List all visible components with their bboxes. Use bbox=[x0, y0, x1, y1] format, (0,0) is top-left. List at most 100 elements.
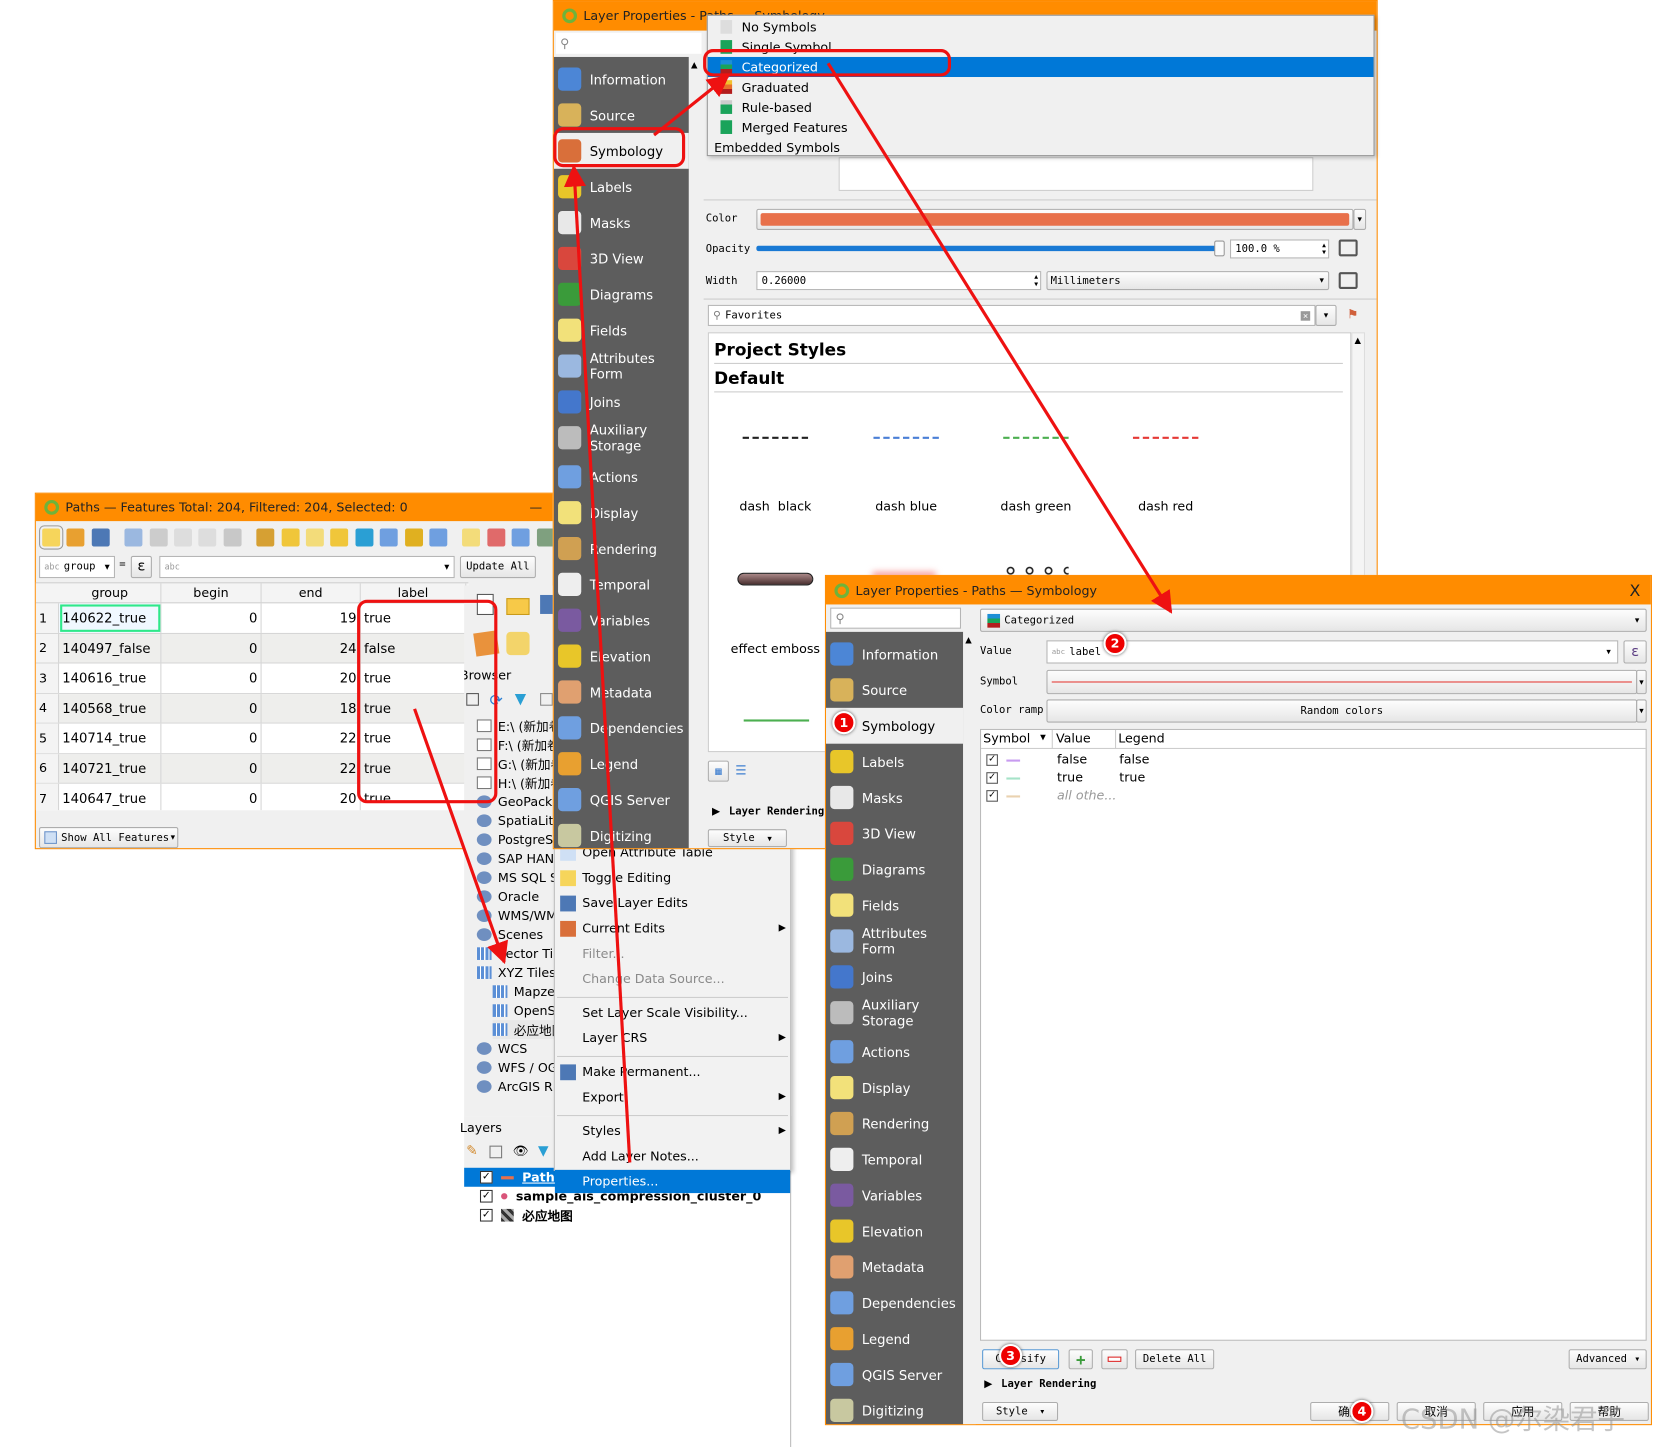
table-cell[interactable]: false bbox=[361, 633, 467, 663]
renderer-option-graduated[interactable]: Graduated bbox=[708, 77, 1374, 97]
filter-select-icon[interactable] bbox=[355, 528, 374, 547]
table-cell[interactable]: 140622_true bbox=[59, 603, 162, 633]
zoom-to-selected-icon[interactable] bbox=[429, 528, 448, 547]
copy-icon[interactable] bbox=[198, 528, 217, 547]
sidebar-item-legend[interactable]: Legend bbox=[826, 1321, 963, 1357]
style-preview-dash-blue[interactable] bbox=[873, 436, 939, 439]
symbology-titlebar[interactable]: Layer Properties - Paths — Symbology X bbox=[825, 575, 1651, 605]
sidebar-item-display[interactable]: Display bbox=[826, 1070, 963, 1106]
sidebar-item-symbology[interactable]: Symbology bbox=[553, 132, 689, 169]
style-preview-dash-green[interactable] bbox=[1003, 436, 1069, 439]
add-mesh-layer-icon[interactable] bbox=[506, 631, 530, 656]
browser-item-vector-tiles[interactable]: Vector Tiles bbox=[476, 944, 555, 963]
table-cell[interactable]: 0 bbox=[161, 753, 262, 783]
remove-category-button[interactable] bbox=[1101, 1349, 1128, 1370]
table-row[interactable]: 6 140721_true 0 22 true bbox=[35, 753, 469, 784]
sidebar-item-variables[interactable]: Variables bbox=[554, 602, 689, 638]
browser-item-openstreetmap[interactable]: OpenStreetMap bbox=[492, 1001, 555, 1020]
sidebar-item-labels[interactable]: Labels bbox=[554, 169, 689, 205]
table-cell[interactable]: 22 bbox=[262, 753, 361, 783]
table-cell[interactable]: 24 bbox=[262, 633, 361, 663]
sidebar-item-metadata[interactable]: Metadata bbox=[826, 1249, 963, 1285]
menu-item-export[interactable]: Export ▶ bbox=[555, 1085, 790, 1108]
table-cell[interactable]: 140714_true bbox=[59, 723, 162, 753]
sidebar-item-actions[interactable]: Actions bbox=[826, 1034, 963, 1070]
table-cell[interactable]: true bbox=[361, 693, 467, 723]
style-button[interactable]: Style ▼ bbox=[982, 1401, 1059, 1421]
expression-select-icon[interactable] bbox=[256, 528, 275, 547]
column-header-label[interactable]: label bbox=[361, 583, 467, 603]
sidebar-item-dependencies[interactable]: Dependencies bbox=[826, 1285, 963, 1321]
eye-icon[interactable]: 👁 bbox=[513, 1144, 529, 1159]
table-cell[interactable]: 140497_false bbox=[59, 633, 162, 663]
renderer-combobox[interactable]: Categorized ▼ bbox=[980, 608, 1647, 632]
save-edits-icon[interactable] bbox=[91, 528, 110, 547]
menu-item-layer-crs[interactable]: Layer CRS ▶ bbox=[555, 1026, 790, 1049]
sidebar-item-fields[interactable]: Fields bbox=[826, 887, 963, 923]
renderer-option-single-symbol[interactable]: Single Symbol bbox=[708, 37, 1374, 57]
table-cell[interactable]: true bbox=[361, 723, 467, 753]
table-row[interactable]: 2 140497_false 0 24 false bbox=[35, 633, 469, 664]
paste-icon[interactable] bbox=[223, 528, 242, 547]
sidebar-item-actions[interactable]: Actions bbox=[554, 459, 689, 495]
sidebar-item-diagrams[interactable]: Diagrams bbox=[554, 276, 689, 312]
column-header-legend[interactable]: Legend bbox=[1118, 731, 1165, 746]
delete-feature-icon[interactable] bbox=[149, 528, 168, 547]
table-cell[interactable]: 0 bbox=[161, 723, 262, 753]
add-layer-icon[interactable] bbox=[473, 630, 500, 657]
sidebar-item-joins[interactable]: Joins bbox=[826, 959, 963, 995]
browser-item-oracle[interactable]: Oracle bbox=[476, 887, 539, 906]
renderer-option-categorized[interactable]: Categorized bbox=[707, 56, 1374, 78]
delete-all-button[interactable]: Delete All bbox=[1135, 1349, 1215, 1370]
scroll-up-icon[interactable]: ▲ bbox=[691, 60, 697, 69]
table-row[interactable]: 5 140714_true 0 22 true bbox=[35, 723, 469, 754]
scroll-up-icon[interactable]: ▲ bbox=[1354, 335, 1360, 344]
sidebar-item-metadata[interactable]: Metadata bbox=[554, 674, 689, 710]
sidebar-item-diagrams[interactable]: Diagrams bbox=[826, 851, 963, 887]
scroll-up-icon[interactable]: ▲ bbox=[965, 635, 971, 644]
sidebar-search-input[interactable]: ⚲ bbox=[555, 32, 702, 54]
category-symbol-swatch[interactable] bbox=[1006, 759, 1021, 762]
column-header-group[interactable]: group bbox=[59, 583, 162, 603]
menu-item-add-layer-notes[interactable]: Add Layer Notes... bbox=[555, 1145, 790, 1168]
browser-item-wfs-ogc[interactable]: WFS / OGC bbox=[476, 1058, 555, 1077]
sidebar-item-digitizing[interactable]: Digitizing bbox=[554, 818, 689, 849]
renderer-option-no-symbols[interactable]: No Symbols bbox=[708, 17, 1374, 37]
menu-item-current-edits[interactable]: Current Edits ▶ bbox=[555, 917, 790, 940]
browser-item-mapzen[interactable]: Mapzen bbox=[492, 982, 555, 1001]
layer-checkbox[interactable]: ✓ bbox=[479, 1189, 493, 1203]
data-defined-override-icon[interactable] bbox=[1338, 272, 1358, 290]
column-header-end[interactable]: end bbox=[262, 583, 361, 603]
table-cell[interactable]: true bbox=[361, 753, 467, 783]
style-preview-green-line[interactable] bbox=[743, 719, 810, 722]
table-cell[interactable]: true bbox=[361, 783, 467, 811]
symbol-library-search[interactable]: ⚲ Favorites ✕ bbox=[707, 304, 1316, 326]
browser-item-sap-hana[interactable]: SAP HANA bbox=[476, 849, 555, 868]
open-project-icon[interactable] bbox=[506, 598, 530, 616]
data-defined-override-icon[interactable] bbox=[1338, 239, 1358, 257]
symbol-button[interactable] bbox=[1046, 669, 1638, 695]
add-group-icon[interactable] bbox=[489, 1145, 503, 1159]
browser-item-h[interactable]: H:\ (新加卷 bbox=[476, 773, 555, 792]
browser-item-postgresql[interactable]: PostgreSQL bbox=[476, 830, 555, 849]
browser-item-f[interactable]: F:\ (新加卷 bbox=[476, 735, 555, 754]
category-row[interactable]: ✓ false false bbox=[981, 752, 1646, 770]
filter-icon[interactable]: ▼ bbox=[515, 691, 526, 708]
expand-triangle-icon[interactable]: ▶ bbox=[984, 1379, 992, 1391]
add-feature-icon[interactable] bbox=[124, 528, 143, 547]
opacity-slider-handle[interactable] bbox=[1214, 240, 1225, 257]
browser-item-arcgis-rest[interactable]: ArcGIS REST bbox=[476, 1077, 555, 1096]
browser-item-g[interactable]: G:\ (新加卷 bbox=[476, 754, 555, 773]
field-calculator-icon[interactable] bbox=[511, 528, 530, 547]
browser-item-geopackage[interactable]: GeoPackage bbox=[476, 792, 555, 811]
table-cell[interactable]: 19 bbox=[262, 603, 361, 633]
show-all-features-button[interactable]: Show All Features ▼ bbox=[39, 827, 179, 849]
sidebar-item-rendering[interactable]: Rendering bbox=[826, 1106, 963, 1142]
browser-item-scenes[interactable]: Scenes bbox=[476, 925, 543, 944]
close-button[interactable]: X bbox=[1630, 581, 1641, 600]
table-row[interactable]: 7 140647_true 0 20 true bbox=[35, 783, 469, 811]
pan-to-selected-icon[interactable] bbox=[404, 528, 423, 547]
menu-item-set-layer-scale-visibility[interactable]: Set Layer Scale Visibility... bbox=[555, 1001, 790, 1024]
filter-field-combobox[interactable]: abc group ▼ bbox=[39, 555, 115, 579]
deselect-icon[interactable] bbox=[330, 528, 349, 547]
